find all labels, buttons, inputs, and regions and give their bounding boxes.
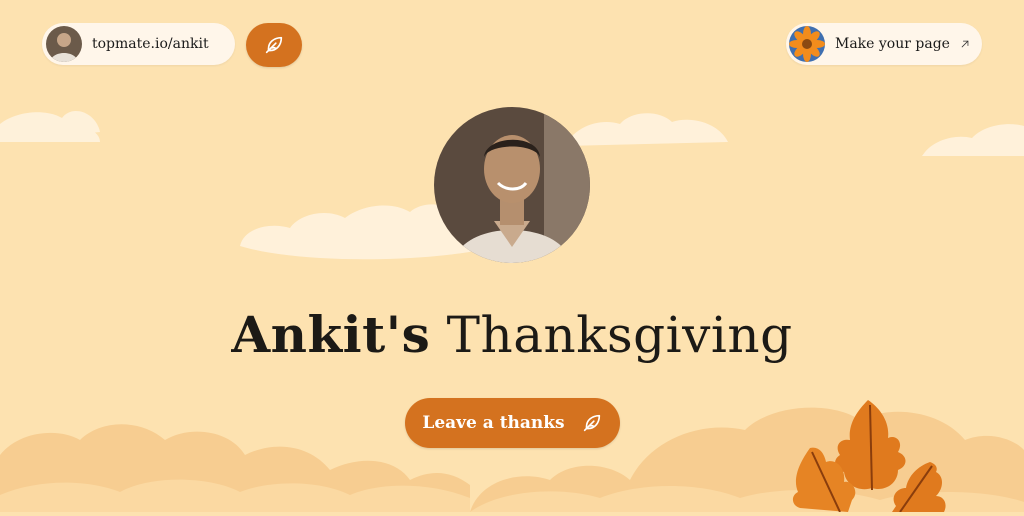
cloud-mid bbox=[565, 113, 728, 146]
leave-a-thanks-button[interactable]: Leave a thanks bbox=[405, 398, 620, 448]
profile-link-pill[interactable]: topmate.io/ankit bbox=[42, 23, 235, 65]
profile-photo bbox=[434, 107, 590, 263]
title-name: Ankit's bbox=[231, 305, 431, 364]
feather-button[interactable] bbox=[246, 23, 302, 67]
cloud-right bbox=[922, 124, 1024, 156]
avatar bbox=[46, 26, 82, 62]
feather-icon bbox=[583, 414, 600, 432]
flower-avatar bbox=[789, 26, 825, 62]
avatar-image bbox=[46, 26, 82, 62]
arrow-up-right-icon bbox=[961, 40, 969, 48]
make-your-page-label: Make your page bbox=[835, 36, 950, 52]
title-rest: Thanksgiving bbox=[446, 306, 793, 364]
leave-a-thanks-label: Leave a thanks bbox=[422, 413, 565, 433]
profile-photo-image bbox=[434, 107, 590, 263]
page-title: Ankit's Thanksgiving bbox=[0, 305, 1024, 364]
feather-icon bbox=[265, 36, 283, 54]
make-your-page-button[interactable]: Make your page bbox=[786, 23, 982, 65]
flower-icon bbox=[789, 26, 825, 62]
profile-link-text: topmate.io/ankit bbox=[92, 36, 209, 52]
